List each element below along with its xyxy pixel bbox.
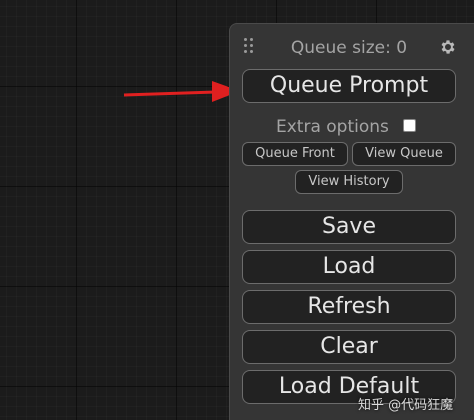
- queue-front-button[interactable]: Queue Front: [242, 142, 348, 166]
- load-button[interactable]: Load: [242, 250, 456, 284]
- queue-size-label: Queue size: 0: [290, 38, 408, 58]
- watermark: 知乎 @代码狂魔: [358, 398, 454, 413]
- gear-icon[interactable]: [439, 38, 457, 56]
- extra-options-label: Extra options: [276, 117, 389, 137]
- drag-handle-icon[interactable]: [244, 38, 256, 56]
- extra-options-checkbox[interactable]: [403, 119, 416, 132]
- view-history-button[interactable]: View History: [295, 170, 403, 194]
- clear-button[interactable]: Clear: [242, 330, 456, 364]
- save-button[interactable]: Save: [242, 210, 456, 244]
- queue-prompt-button[interactable]: Queue Prompt: [242, 69, 456, 103]
- view-queue-button[interactable]: View Queue: [352, 142, 456, 166]
- refresh-button[interactable]: Refresh: [242, 290, 456, 324]
- annotation-arrow: [123, 81, 240, 102]
